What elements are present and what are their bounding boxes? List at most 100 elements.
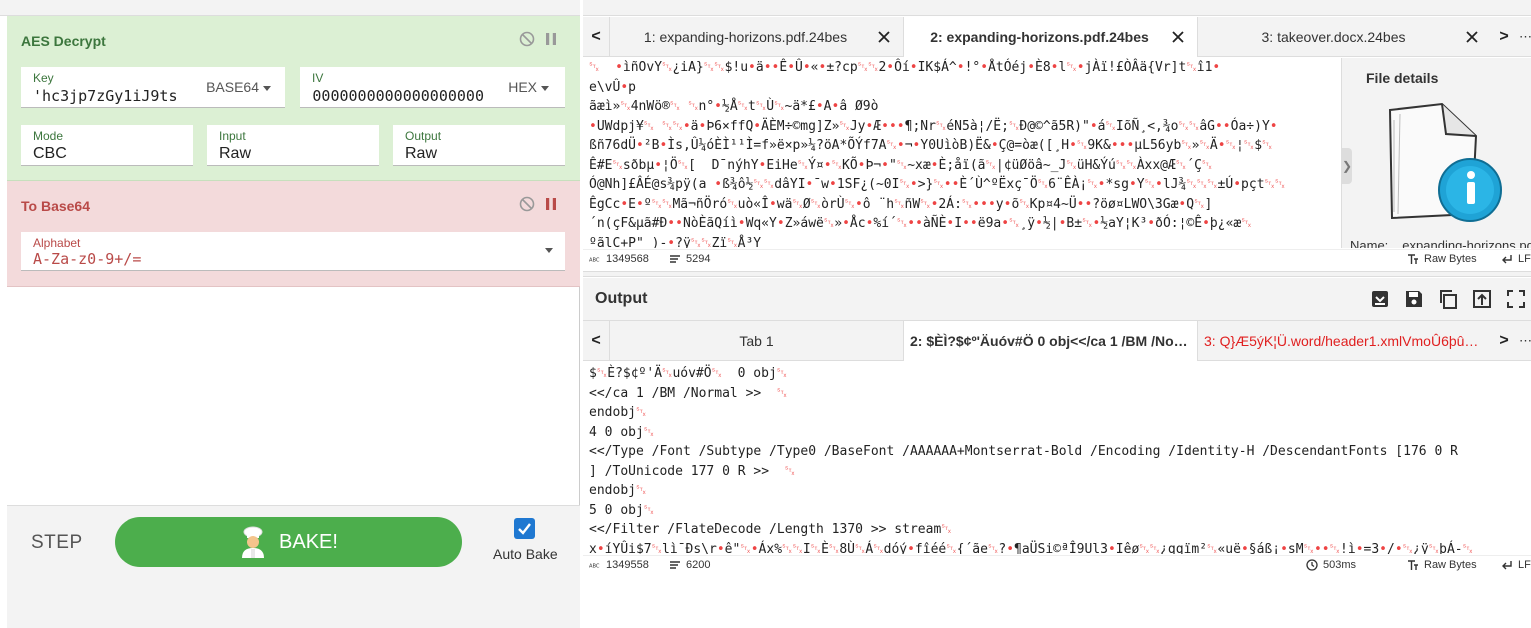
tab-label: 1: expanding-horizons.pdf.24bes (643, 29, 848, 45)
key-input[interactable]: 'hc3jp7zGy1iJ9ts (33, 87, 203, 105)
input-tabs-next-button[interactable]: > (1491, 17, 1517, 57)
key-encoding-select[interactable]: BASE64 (206, 79, 271, 95)
output-title: Output (595, 290, 648, 307)
iv-encoding-select[interactable]: HEX (508, 79, 549, 95)
input-tab-1[interactable]: 1: expanding-horizons.pdf.24bes (609, 17, 903, 57)
output-encoding-stat[interactable]: Raw Bytes (1407, 559, 1477, 571)
chevron-down-icon[interactable] (545, 248, 553, 253)
bake-time-stat: 503ms (1306, 559, 1356, 571)
save-icon[interactable] (1404, 289, 1424, 309)
pause-icon[interactable] (542, 30, 560, 48)
file-name-row: Name: expanding-horizons.pdf.24bes (1350, 238, 1531, 248)
input-tab-2[interactable]: 2: expanding-horizons.pdf.24bes (903, 17, 1197, 57)
input-line: •UWdpj¥␂ ␂␂•ä•Þ6×ffQ•ÄÈM÷©mg]Z»␂Jy•Æ•••¶… (589, 118, 1278, 134)
bake-label: BAKE! (279, 530, 338, 553)
output-format-field[interactable]: Output Raw (393, 125, 565, 166)
to-base64-operation[interactable]: To Base64 Alphabet A-Za-z0-9+/= (7, 181, 580, 287)
input-tabs-more-button[interactable]: ⋯ (1519, 17, 1531, 57)
output-tabs-more-button[interactable]: ⋯ (1519, 321, 1531, 361)
output-status-bar: ABC 1349558 6200 503ms Raw Bytes LF (583, 555, 1531, 575)
input-encoding-value: Raw Bytes (1424, 253, 1477, 265)
output-tab-1[interactable]: Tab 1 (609, 321, 903, 361)
input-format-label: Input (219, 129, 246, 143)
output-tabs-next-button[interactable]: > (1491, 321, 1517, 361)
output-tab-2[interactable]: 2: $ÈÌ?$¢º'Äuóv#Ö 0 obj<</ca 1 /BM /Norm… (903, 321, 1197, 361)
file-name-label: Name: (1350, 238, 1389, 248)
output-lines-value: 6200 (686, 559, 711, 571)
file-details-panel: ❯ File details Name: expanding-horizons.p… (1341, 58, 1531, 248)
input-status-bar: ABC 1349568 5294 Raw Bytes LF (583, 249, 1531, 269)
input-tab-3[interactable]: 3: takeover.docx.24bes (1197, 17, 1491, 57)
abc-icon: ABC (589, 564, 600, 570)
output-line: <</ca 1 /BM /Normal >> ␂ (589, 385, 788, 401)
input-line: e\vÛ•p (589, 79, 636, 95)
alphabet-field[interactable]: Alphabet A-Za-z0-9+/= (21, 232, 565, 271)
chevron-down-icon (263, 85, 271, 91)
input-line: ãæì»␂4nWö®␂ ␂n°•½Å␂t␂Ù␂~ä*£•A•â Ø9ò (589, 99, 879, 114)
auto-bake-checkbox[interactable] (514, 518, 535, 539)
key-field[interactable]: Key 'hc3jp7zGy1iJ9ts BASE64 (21, 67, 285, 108)
output-line: x•íYÛi$7␂lì¯Ðs\r•ê"␂•Áx%␂␂I␂È␂8Ù␂Á␂dóý•f… (589, 541, 1474, 555)
input-tabs-prev-button[interactable]: < (583, 17, 609, 57)
input-length-value: 1349568 (606, 253, 649, 265)
maximize-icon[interactable] (1506, 289, 1526, 309)
io-splitter[interactable] (583, 271, 1531, 277)
auto-bake-label: Auto Bake (493, 546, 558, 562)
iv-field[interactable]: IV 00000000000000000000 HEX (300, 67, 565, 108)
output-tab-3[interactable]: 3: Q}Æ5ýK¦Ü.word/header1.xmlVmoÛ6þûSeq (1197, 321, 1491, 361)
output-line: 5 0 obj␂ (589, 502, 655, 518)
copy-icon[interactable] (1438, 289, 1458, 309)
input-tab-bar: < 1: expanding-horizons.pdf.24bes 2: exp… (583, 17, 1531, 57)
output-format-label: Output (405, 129, 442, 143)
mode-select[interactable]: CBC (33, 145, 67, 163)
close-icon[interactable] (1465, 30, 1479, 44)
app-root: AES Decrypt Key 'hc3jp7zGy1iJ9ts BASE64 … (0, 0, 1531, 628)
output-length-value: 1349558 (606, 559, 649, 571)
collapse-details-button[interactable]: ❯ (1342, 148, 1352, 184)
pause-icon[interactable] (542, 195, 560, 213)
output-eol-stat[interactable]: LF (1501, 559, 1531, 571)
svg-text:ABC: ABC (589, 258, 600, 264)
chevron-down-icon (541, 85, 549, 91)
close-icon[interactable] (877, 30, 891, 44)
mode-field[interactable]: Mode CBC (21, 125, 193, 166)
disable-icon[interactable] (518, 30, 536, 48)
svg-text:ABC: ABC (589, 564, 600, 570)
input-line: ␂ •ìñOvY␂¿iA}␂␂$!u•ä••Ê•Û•«•±?cp␂␂2•Ôí•I… (589, 60, 1221, 75)
key-label: Key (33, 71, 54, 85)
input-format-field[interactable]: Input Raw (207, 125, 379, 166)
bake-button[interactable]: BAKE! (115, 517, 462, 567)
aes-decrypt-operation[interactable]: AES Decrypt Key 'hc3jp7zGy1iJ9ts BASE64 … (7, 16, 580, 181)
input-line: ÊgCc•E•º␂␂Mã¬ñÖró␂uò«Î•wä␂Ø␂òrÙ␂•ô ¨h␂ñW… (589, 196, 1213, 212)
key-encoding-value: BASE64 (206, 79, 259, 95)
output-tabs-prev-button[interactable]: < (583, 321, 609, 361)
tab-label: 2: $ÈÌ?$¢º'Äuóv#Ö 0 obj<</ca 1 /BM /Norm… (910, 333, 1192, 349)
alphabet-select[interactable]: A-Za-z0-9+/= (33, 250, 141, 268)
input-line: ßñ76dÜ•²B•Ìs,Û¼óÈÌ¹¹Ì=f»ë×p»¼?öA*ÕÝf7A␂•… (589, 138, 1273, 153)
output-textarea[interactable]: $␂È?$¢º'Ä␂uóv#Ö␂ 0 obj␂ <</ca 1 /BM /Norm… (583, 364, 1531, 554)
tab-label: 3: Q}Æ5ýK¦Ü.word/header1.xmlVmoÛ6þûSeq (1204, 333, 1484, 349)
step-button[interactable]: STEP (31, 532, 83, 554)
disable-icon[interactable] (518, 195, 536, 213)
clock-icon (1306, 559, 1318, 571)
lines-icon (670, 561, 680, 569)
return-icon (1502, 255, 1512, 264)
output-encoding-value: Raw Bytes (1424, 559, 1477, 571)
output-format-select[interactable]: Raw (405, 145, 437, 163)
replace-input-icon[interactable] (1472, 289, 1492, 309)
recipe-controls: STEP BAKE! Auto Bake (7, 505, 580, 628)
input-textarea[interactable]: ␂ •ìñOvY␂¿iA}␂␂$!u•ä••Ê•Û•«•±?cp␂␂2•Ôí•I… (583, 58, 1339, 248)
file-name-value: expanding-horizons.pdf.24bes (1402, 238, 1531, 248)
close-icon[interactable] (1171, 30, 1185, 44)
input-eol-stat[interactable]: LF (1501, 253, 1531, 265)
output-line: $␂È?$¢º'Ä␂uóv#Ö␂ 0 obj␂ (589, 366, 788, 381)
alphabet-label: Alphabet (33, 236, 81, 250)
input-length-stat: ABC 1349568 (589, 253, 649, 265)
save-to-file-icon[interactable] (1370, 289, 1390, 309)
input-format-select[interactable]: Raw (219, 145, 251, 163)
output-line: ] /ToUnicode 177 0 R >> ␂ (589, 463, 796, 479)
operation-title: To Base64 (21, 198, 90, 214)
iv-input[interactable]: 00000000000000000000 (312, 87, 484, 105)
text-encoding-icon (1408, 560, 1418, 570)
input-encoding-stat[interactable]: Raw Bytes (1407, 253, 1477, 265)
